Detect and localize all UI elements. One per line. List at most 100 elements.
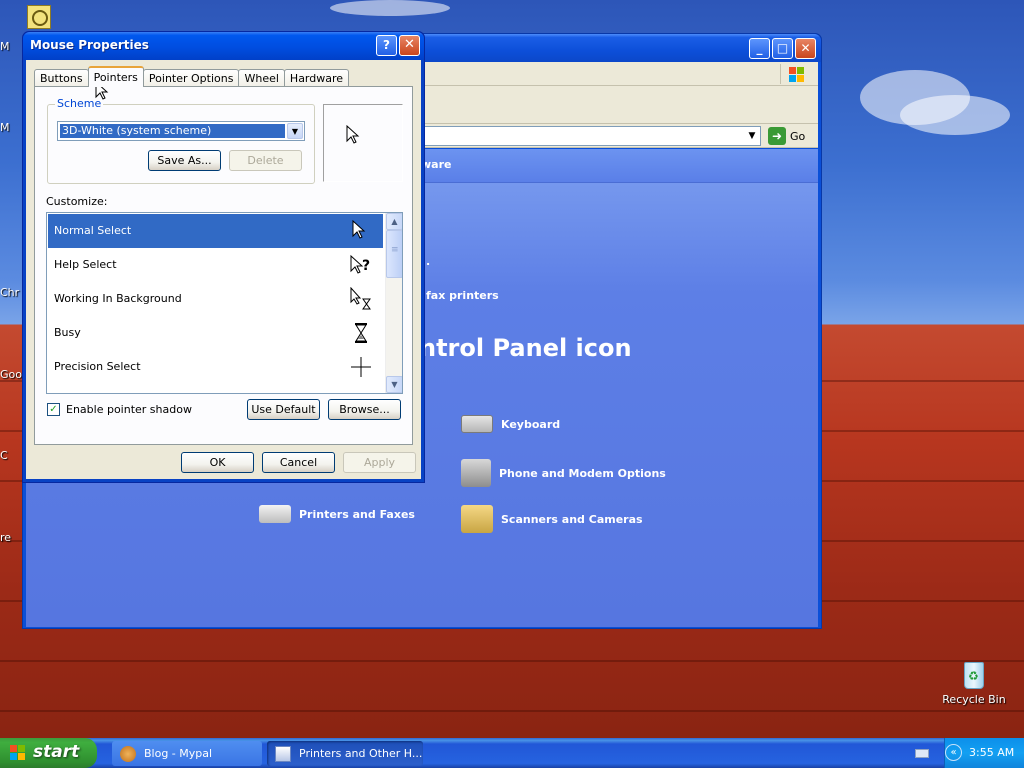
use-default-button[interactable]: Use Default xyxy=(247,399,320,420)
keyboard-label: Keyboard xyxy=(501,417,561,431)
scroll-up-icon[interactable]: ▲ xyxy=(386,213,402,230)
browse-button[interactable]: Browse... xyxy=(328,399,401,420)
pointer-name: Help Select xyxy=(54,258,117,271)
scanners-cameras-label: Scanners and Cameras xyxy=(501,512,643,526)
scanner-camera-icon xyxy=(461,505,493,533)
desktop-icon-label[interactable]: Chr xyxy=(0,286,19,299)
dialog-title: Mouse Properties xyxy=(30,38,149,52)
arrow-cursor-icon xyxy=(352,219,366,239)
tab-hardware[interactable]: Hardware xyxy=(283,69,350,87)
tab-strip: Buttons Pointers Pointer Options Wheel H… xyxy=(34,66,350,87)
mouse-properties-dialog: Mouse Properties ? ✕ Buttons Pointers Po… xyxy=(22,31,425,483)
list-item[interactable]: Working In Background xyxy=(48,282,383,316)
list-item[interactable]: Normal Select xyxy=(48,214,383,248)
pointer-name: Busy xyxy=(54,326,81,339)
phone-modem-item[interactable]: Phone and Modem Options xyxy=(461,459,666,487)
close-button[interactable]: ✕ xyxy=(795,38,816,59)
maximize-button[interactable]: □ xyxy=(772,38,793,59)
go-arrow-icon: ➜ xyxy=(768,127,786,145)
tab-pointers[interactable]: Pointers xyxy=(87,66,144,87)
chevron-down-icon[interactable]: ▼ xyxy=(287,123,303,139)
phone-icon xyxy=(461,459,491,487)
taskbar-button-blog[interactable]: Blog - Mypal xyxy=(112,741,262,766)
arrow-cursor-icon xyxy=(346,125,360,144)
cloud xyxy=(900,95,1010,135)
browser-icon xyxy=(120,746,136,762)
windows-logo-icon xyxy=(780,64,808,84)
pointer-list[interactable]: Normal Select Help Select ? Working In B… xyxy=(46,212,403,394)
crosshair-icon xyxy=(351,357,371,377)
tab-buttons[interactable]: Buttons xyxy=(34,69,89,87)
clock[interactable]: 3:55 AM xyxy=(969,746,1014,759)
control-panel-icon xyxy=(275,746,291,762)
go-button[interactable]: ➜ Go xyxy=(768,127,805,145)
pointer-name: Working In Background xyxy=(54,292,182,305)
desktop-icon-label[interactable]: Goo xyxy=(0,368,22,381)
start-button[interactable]: start xyxy=(0,738,97,768)
desktop-icon-label[interactable]: C xyxy=(0,449,8,462)
delete-button[interactable]: Delete xyxy=(229,150,302,171)
desktop-shortcut-icon[interactable] xyxy=(27,5,51,29)
tab-wheel[interactable]: Wheel xyxy=(238,69,285,87)
scheme-select[interactable]: 3D-White (system scheme) ▼ xyxy=(57,121,305,141)
desktop-icon-label[interactable]: re xyxy=(0,531,11,544)
show-hidden-icons-chevron-icon[interactable]: « xyxy=(945,744,962,761)
taskbar-button-printers[interactable]: Printers and Other H... xyxy=(267,741,423,766)
dune-ridge xyxy=(0,660,1024,662)
chevron-down-icon[interactable]: ▼ xyxy=(744,128,760,144)
pointers-tab-panel: Scheme 3D-White (system scheme) ▼ Save A… xyxy=(34,86,413,445)
help-cursor-icon: ? xyxy=(350,254,370,274)
scheme-group: Scheme 3D-White (system scheme) ▼ Save A… xyxy=(47,97,315,184)
working-cursor-icon xyxy=(350,287,371,310)
dune-ridge xyxy=(0,710,1024,712)
phone-modem-label: Phone and Modem Options xyxy=(499,466,666,480)
minimize-button[interactable]: _ xyxy=(749,38,770,59)
desktop-icon-label[interactable]: M xyxy=(0,40,10,53)
section-heading: ntrol Panel icon xyxy=(419,334,632,362)
tab-pointer-options[interactable]: Pointer Options xyxy=(142,69,240,87)
scheme-selected-value: 3D-White (system scheme) xyxy=(60,124,285,138)
list-scrollbar[interactable]: ▲ ▼ xyxy=(385,213,402,393)
task-link-text[interactable]: . xyxy=(426,255,430,268)
list-item[interactable]: Precision Select xyxy=(48,350,383,384)
go-label: Go xyxy=(790,129,806,143)
enable-pointer-shadow-label[interactable]: Enable pointer shadow xyxy=(66,403,192,416)
cloud xyxy=(330,0,450,16)
list-item[interactable]: Busy xyxy=(48,316,383,350)
printer-icon xyxy=(259,505,291,523)
taskbar: start Blog - Mypal Printers and Other H.… xyxy=(0,738,1024,768)
scroll-down-icon[interactable]: ▼ xyxy=(386,376,402,393)
pointer-name: Precision Select xyxy=(54,360,141,373)
save-as-button[interactable]: Save As... xyxy=(148,150,221,171)
task-label: Blog - Mypal xyxy=(144,747,213,760)
hourglass-icon xyxy=(355,323,367,343)
recycle-bin-icon: ♻ xyxy=(959,658,989,690)
printers-faxes-item[interactable]: Printers and Faxes xyxy=(259,505,415,523)
windows-flag-icon xyxy=(10,745,27,762)
apply-button[interactable]: Apply xyxy=(343,452,416,473)
task-label: Printers and Other H... xyxy=(299,747,423,760)
cancel-button[interactable]: Cancel xyxy=(262,452,335,473)
recycle-bin[interactable]: ♻ Recycle Bin xyxy=(942,658,1006,706)
recycle-bin-label: Recycle Bin xyxy=(942,693,1006,706)
pointer-preview xyxy=(323,104,403,182)
scanners-cameras-item[interactable]: Scanners and Cameras xyxy=(461,505,643,533)
keyboard-item[interactable]: Keyboard xyxy=(461,415,560,433)
dialog-titlebar[interactable]: Mouse Properties ? ✕ xyxy=(23,32,424,60)
pointer-name: Normal Select xyxy=(54,224,132,237)
scroll-thumb[interactable] xyxy=(386,230,402,278)
help-button[interactable]: ? xyxy=(376,35,397,56)
list-item[interactable]: Help Select ? xyxy=(48,248,383,282)
ok-button[interactable]: OK xyxy=(181,452,254,473)
system-tray: « 3:55 AM xyxy=(944,738,1024,768)
task-link-fax-printers[interactable]: fax printers xyxy=(426,289,499,302)
start-label: start xyxy=(33,742,80,762)
printers-faxes-label: Printers and Faxes xyxy=(299,507,415,521)
svg-text:?: ? xyxy=(362,258,370,274)
desktop-icon-label[interactable]: M xyxy=(0,121,10,134)
dialog-body: Buttons Pointers Pointer Options Wheel H… xyxy=(26,60,421,479)
keyboard-tray-icon[interactable] xyxy=(915,749,929,758)
banner-text: ware xyxy=(421,158,452,171)
enable-pointer-shadow-checkbox[interactable]: ✓ xyxy=(47,403,60,416)
close-button[interactable]: ✕ xyxy=(399,35,420,56)
